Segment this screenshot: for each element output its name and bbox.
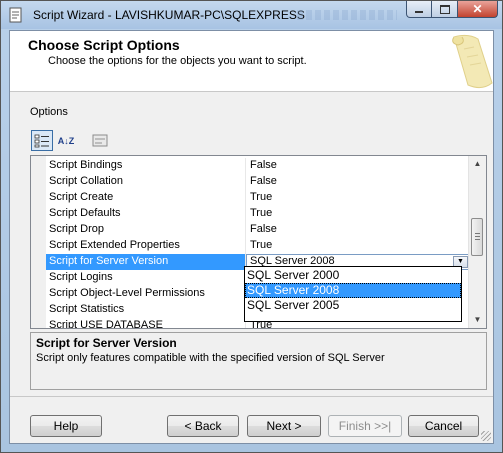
next-button[interactable]: Next > (247, 415, 321, 437)
back-button[interactable]: < Back (167, 415, 239, 437)
options-label: Options (30, 106, 68, 118)
close-icon: ✕ (472, 2, 483, 16)
property-value: True (250, 207, 273, 219)
property-description-panel: Script for Server Version Script only fe… (30, 332, 487, 390)
sort-alphabetical-icon: A↓Z (57, 135, 75, 146)
column-divider[interactable] (245, 206, 246, 222)
column-divider[interactable] (245, 222, 246, 238)
page-subtitle: Choose the options for the objects you w… (48, 55, 307, 67)
property-value: False (250, 223, 277, 235)
property-name: Script Logins (49, 271, 113, 283)
description-title: Script for Server Version (36, 336, 177, 350)
property-pages-icon (92, 134, 108, 147)
property-name: Script Drop (49, 223, 105, 235)
dropdown-option[interactable]: SQL Server 2000 (245, 268, 461, 283)
window-title: Script Wizard - LAVISHKUMAR-PC\SQLEXPRES… (33, 8, 305, 22)
property-name: Script Statistics (49, 303, 125, 315)
property-row[interactable]: Script Create True (46, 190, 470, 206)
column-divider[interactable] (245, 238, 246, 254)
finish-button[interactable]: Finish >>| (328, 415, 402, 437)
property-value: False (250, 175, 277, 187)
script-wizard-window: Script Wizard - LAVISHKUMAR-PC\SQLEXPRES… (0, 0, 503, 453)
title-bar-reflection (297, 10, 397, 20)
property-name: Script Object-Level Permissions (49, 287, 205, 299)
help-button[interactable]: Help (30, 415, 102, 437)
scroll-up-arrow-icon[interactable]: ▲ (471, 157, 484, 171)
close-button[interactable]: ✕ (458, 1, 498, 18)
server-version-dropdown-list[interactable]: SQL Server 2000 SQL Server 2008 SQL Serv… (244, 266, 462, 322)
property-name: Script Bindings (49, 159, 123, 171)
property-name: Script for Server Version (49, 255, 169, 267)
dropdown-option-selected[interactable]: SQL Server 2008 (245, 283, 461, 298)
minimize-icon (415, 10, 423, 13)
property-name: Script Create (49, 191, 114, 203)
property-value: True (250, 191, 273, 203)
property-row[interactable]: Script Collation False (46, 174, 470, 190)
column-divider[interactable] (245, 190, 246, 206)
maximize-button[interactable] (432, 1, 458, 18)
property-row[interactable]: Script Defaults True (46, 206, 470, 222)
resize-grip[interactable] (481, 431, 491, 441)
categorized-icon (34, 134, 49, 147)
sort-alphabetical-button[interactable]: A↓Z (55, 130, 77, 151)
column-divider[interactable] (245, 158, 246, 174)
property-pages-button[interactable] (89, 130, 111, 151)
scrollbar-thumb[interactable] (471, 218, 483, 256)
property-grid-toolbar: A↓Z (31, 130, 111, 152)
column-divider[interactable] (245, 174, 246, 190)
property-name: Script Collation (49, 175, 123, 187)
wizard-header: Choose Script Options Choose the options… (10, 31, 493, 92)
footer-divider (10, 396, 493, 397)
wizard-client-area: Choose Script Options Choose the options… (9, 30, 494, 444)
categorized-button[interactable] (31, 130, 53, 151)
property-name: Script Extended Properties (49, 239, 180, 251)
page-title: Choose Script Options (28, 37, 180, 53)
property-value: False (250, 159, 277, 171)
scroll-down-arrow-icon[interactable]: ▼ (471, 313, 484, 327)
property-name: Script Defaults (49, 207, 121, 219)
title-bar[interactable]: Script Wizard - LAVISHKUMAR-PC\SQLEXPRES… (1, 1, 502, 29)
description-text: Script only features compatible with the… (36, 352, 385, 364)
cancel-button[interactable]: Cancel (408, 415, 479, 437)
property-row[interactable]: Script Bindings False (46, 158, 470, 174)
window-controls: ✕ (406, 1, 498, 19)
property-grid-margin (31, 156, 46, 328)
property-row[interactable]: Script Drop False (46, 222, 470, 238)
property-row[interactable]: Script Extended Properties True (46, 238, 470, 254)
property-value: True (250, 239, 273, 251)
toolbar-separator (79, 130, 87, 152)
minimize-button[interactable] (406, 1, 432, 18)
property-grid-scrollbar[interactable]: ▲ ▼ (468, 156, 486, 328)
script-wizard-icon (9, 7, 22, 23)
property-name: Script USE DATABASE (49, 319, 163, 329)
maximize-icon (439, 4, 450, 14)
scroll-parchment-icon (452, 34, 493, 89)
dropdown-option[interactable]: SQL Server 2005 (245, 298, 461, 313)
